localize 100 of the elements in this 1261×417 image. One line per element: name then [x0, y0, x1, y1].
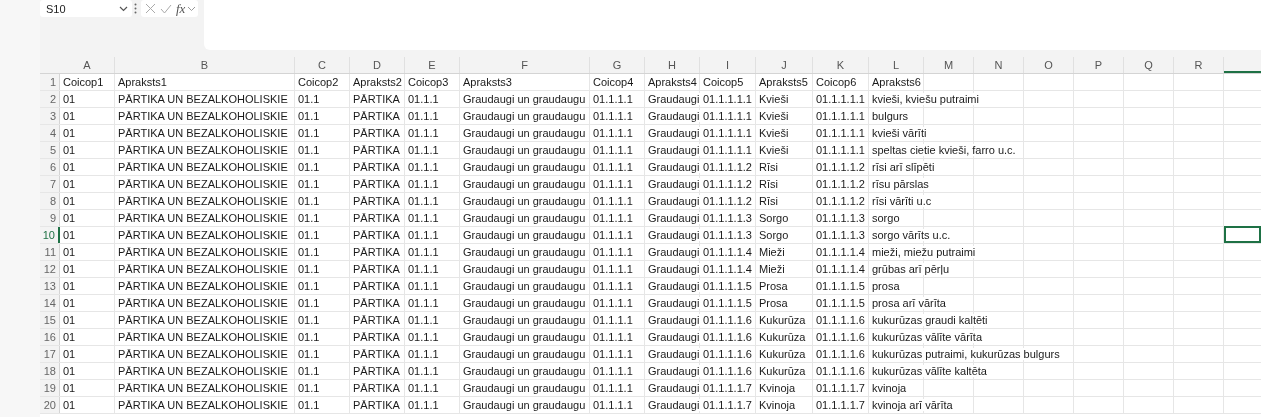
table-cell: speltas cietie kvieši, farro u.c.: [872, 144, 1017, 156]
table-cell: 01.1.1.1.6: [816, 348, 866, 360]
row-number[interactable]: 12: [40, 261, 60, 277]
table-cell: Graudaugi un graudaugu: [463, 195, 587, 207]
active-cell[interactable]: [1224, 226, 1261, 243]
row-number[interactable]: 18: [40, 363, 60, 379]
table-cell: 01.1.1.1: [593, 144, 634, 156]
column-header[interactable]: L: [869, 57, 924, 73]
table-cell: 01.1.1.1.2: [703, 195, 753, 207]
column-header[interactable]: Q: [1124, 57, 1174, 73]
column-header[interactable]: J: [756, 57, 813, 73]
table-cell: PĀRTIKA UN BEZALKOHOLISKIE: [118, 382, 289, 394]
table-cell: 01.1: [298, 93, 321, 105]
table-cell: 01.1.1: [408, 246, 440, 258]
table-cell: 01: [63, 297, 77, 309]
table-cell: PĀRTIKA UN BEZALKOHOLISKIE: [118, 263, 289, 275]
row-number[interactable]: 5: [40, 142, 60, 158]
table-cell: Apraksts1: [118, 76, 168, 88]
column-header[interactable]: O: [1024, 57, 1074, 73]
table-cell: 01.1.1: [408, 178, 440, 190]
row-number[interactable]: 14: [40, 295, 60, 311]
table-cell: Graudaugi: [648, 365, 701, 377]
table-cell: 01.1.1.1.5: [703, 280, 753, 292]
column-header[interactable]: E: [405, 57, 460, 73]
table-cell: Graudaugi: [648, 229, 701, 241]
table-cell: 01: [63, 229, 77, 241]
column-header[interactable]: H: [645, 57, 700, 73]
table-cell: Graudaugi: [648, 348, 701, 360]
table-cell: PĀRTIKA UN BEZALKOHOLISKIE: [118, 297, 289, 309]
table-cell: Mieži: [759, 263, 786, 275]
column-header[interactable]: C: [295, 57, 350, 73]
table-cell: 01.1.1.1: [593, 280, 634, 292]
table-cell: PĀRTIKA: [353, 280, 401, 292]
table-cell: PĀRTIKA: [353, 246, 401, 258]
table-cell: 01.1: [298, 127, 321, 139]
row-number[interactable]: 4: [40, 125, 60, 141]
table-cell: 01: [63, 161, 77, 173]
row-number[interactable]: 9: [40, 210, 60, 226]
row-number[interactable]: 1: [40, 74, 60, 90]
table-cell: 01.1.1.1: [593, 93, 634, 105]
table-cell: 01.1.1: [408, 161, 440, 173]
column-header[interactable]: F: [460, 57, 590, 73]
table-cell: 01: [63, 93, 77, 105]
table-cell: Mieži: [759, 246, 786, 258]
column-header[interactable]: G: [590, 57, 645, 73]
table-cell: Rīsi: [759, 195, 779, 207]
row-number[interactable]: 2: [40, 91, 60, 107]
row-number[interactable]: 19: [40, 380, 60, 396]
table-cell: 01.1.1: [408, 382, 440, 394]
table-cell: Apraksts5: [759, 76, 809, 88]
table-cell: Graudaugi un graudaugu: [463, 127, 587, 139]
name-box[interactable]: S10: [40, 0, 132, 17]
table-cell: 01.1.1.1.4: [816, 263, 866, 275]
row-number[interactable]: 7: [40, 176, 60, 192]
row-number[interactable]: 11: [40, 244, 60, 260]
row-number[interactable]: 15: [40, 312, 60, 328]
table-cell: 01: [63, 178, 77, 190]
column-header[interactable]: D: [350, 57, 405, 73]
table-cell: PĀRTIKA UN BEZALKOHOLISKIE: [118, 144, 289, 156]
table-cell: 01.1.1.1.7: [703, 382, 753, 394]
row-number[interactable]: 3: [40, 108, 60, 124]
table-cell: Kvinoja: [759, 399, 797, 411]
table-cell: 01.1: [298, 110, 321, 122]
table-cell: 01.1.1.1.1: [703, 93, 753, 105]
column-header[interactable]: N: [974, 57, 1024, 73]
column-header[interactable]: M: [924, 57, 974, 73]
table-cell: PĀRTIKA: [353, 144, 401, 156]
table-cell: kukurūzas putraimi, kukurūzas bulgurs: [872, 348, 1061, 360]
table-cell: PĀRTIKA: [353, 161, 401, 173]
caret-icon[interactable]: [187, 5, 197, 12]
row-number[interactable]: 17: [40, 346, 60, 362]
table-cell: 01.1.1.1: [593, 178, 634, 190]
table-cell: 01.1.1: [408, 314, 440, 326]
table-cell: mieži, miežu putraimi: [872, 246, 977, 258]
table-cell: 01.1: [298, 161, 321, 173]
table-cell: 01.1: [298, 195, 321, 207]
column-header[interactable]: R: [1174, 57, 1224, 73]
row-number[interactable]: 6: [40, 159, 60, 175]
column-header[interactable]: K: [813, 57, 869, 73]
column-header[interactable]: A: [60, 57, 115, 73]
table-cell: rīsu pārslas: [872, 178, 930, 190]
table-cell: Coicop2: [298, 76, 340, 88]
row-number[interactable]: 8: [40, 193, 60, 209]
table-cell: 01.1.1.1.3: [816, 229, 866, 241]
row-number[interactable]: 13: [40, 278, 60, 294]
column-header[interactable]: B: [115, 57, 295, 73]
row-number[interactable]: 20: [40, 397, 60, 413]
table-cell: Graudaugi un graudaugu: [463, 297, 587, 309]
insert-function-button[interactable]: fx: [176, 0, 186, 17]
column-header[interactable]: P: [1074, 57, 1124, 73]
column-header[interactable]: I: [700, 57, 756, 73]
table-cell: kvieši vārīti: [872, 127, 928, 139]
table-cell: kvieši, kviešu putraimi: [872, 93, 980, 105]
table-cell: PĀRTIKA UN BEZALKOHOLISKIE: [118, 348, 289, 360]
table-cell: PĀRTIKA UN BEZALKOHOLISKIE: [118, 212, 289, 224]
table-cell: 01.1.1.1: [593, 110, 634, 122]
row-number[interactable]: 16: [40, 329, 60, 345]
table-cell: 01.1: [298, 280, 321, 292]
table-cell: kvinoja arī vārīta: [872, 399, 954, 411]
row-number[interactable]: 10: [40, 227, 60, 243]
